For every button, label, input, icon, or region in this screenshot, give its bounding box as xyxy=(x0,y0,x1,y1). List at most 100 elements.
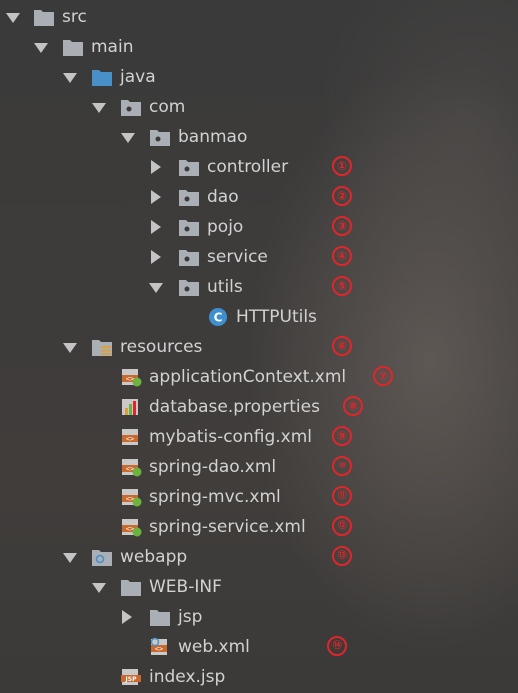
annotation-badge: ⑭ xyxy=(327,636,347,656)
expand-arrow-icon[interactable] xyxy=(63,73,77,83)
web-xml-icon: <> xyxy=(149,637,171,657)
web-folder-icon xyxy=(91,547,113,567)
tree-node-com[interactable]: com xyxy=(0,92,518,122)
tree-node-mybatis-config-xml[interactable]: <> mybatis-config.xml ⑨ xyxy=(0,422,518,452)
tree-node-banmao[interactable]: banmao xyxy=(0,122,518,152)
tree-node-main[interactable]: main xyxy=(0,32,518,62)
tree-node-label: banmao xyxy=(178,127,248,147)
tree-node-service[interactable]: service ④ xyxy=(0,242,518,272)
tree-node-java[interactable]: java xyxy=(0,62,518,92)
tree-node-web-inf[interactable]: WEB-INF xyxy=(0,572,518,602)
tree-node-pojo[interactable]: pojo ③ xyxy=(0,212,518,242)
package-icon xyxy=(120,97,142,117)
annotation-badge: ③ xyxy=(332,216,352,236)
tree-node-controller[interactable]: controller ① xyxy=(0,152,518,182)
annotation-badge: ⑤ xyxy=(332,276,352,296)
tree-node-label: mybatis-config.xml xyxy=(149,427,312,447)
spring-xml-icon: <> xyxy=(120,367,142,387)
tree-node-label: dao xyxy=(207,187,239,207)
expand-arrow-icon[interactable] xyxy=(92,583,106,593)
package-icon xyxy=(178,187,200,207)
tree-node-applicationcontext-xml[interactable]: <> applicationContext.xml ⑦ xyxy=(0,362,518,392)
annotation-badge: ② xyxy=(332,186,352,206)
project-tree: src main java com banmao controller ① da… xyxy=(0,0,518,693)
tree-node-webapp[interactable]: webapp ⑬ xyxy=(0,542,518,572)
annotation-badge: ⑬ xyxy=(332,546,352,566)
tree-node-label: webapp xyxy=(120,547,188,567)
annotation-badge: ⑦ xyxy=(373,366,393,386)
spring-xml-icon: <> xyxy=(120,487,142,507)
package-icon xyxy=(178,247,200,267)
properties-file-icon xyxy=(120,397,142,417)
tree-node-label: jsp xyxy=(178,607,203,627)
tree-node-label: HTTPUtils xyxy=(236,307,317,327)
package-icon xyxy=(149,127,171,147)
annotation-badge: ① xyxy=(332,156,352,176)
collapse-arrow-icon[interactable] xyxy=(122,610,132,624)
tree-node-label: spring-mvc.xml xyxy=(149,487,281,507)
tree-node-label: src xyxy=(62,7,87,27)
package-icon xyxy=(178,277,200,297)
collapse-arrow-icon[interactable] xyxy=(151,220,161,234)
expand-arrow-icon[interactable] xyxy=(63,343,77,353)
tree-node-jsp[interactable]: jsp xyxy=(0,602,518,632)
svg-text:<>: <> xyxy=(155,645,163,653)
java-class-icon: C xyxy=(207,307,229,327)
annotation-badge: ⑩ xyxy=(332,456,352,476)
svg-text:C: C xyxy=(214,311,223,325)
tree-node-spring-service-xml[interactable]: <> spring-service.xml ⑫ xyxy=(0,512,518,542)
tree-node-spring-mvc-xml[interactable]: <> spring-mvc.xml ⑪ xyxy=(0,482,518,512)
folder-icon xyxy=(62,37,84,57)
tree-node-dao[interactable]: dao ② xyxy=(0,182,518,212)
annotation-badge: ④ xyxy=(332,246,352,266)
tree-node-index-jsp[interactable]: JSP index.jsp xyxy=(0,662,518,692)
xml-file-icon: <> xyxy=(120,427,142,447)
source-folder-icon xyxy=(91,67,113,87)
tree-node-label: spring-dao.xml xyxy=(149,457,277,477)
folder-icon xyxy=(33,7,55,27)
tree-node-spring-dao-xml[interactable]: <> spring-dao.xml ⑩ xyxy=(0,452,518,482)
annotation-badge: ⑫ xyxy=(332,516,352,536)
expand-arrow-icon[interactable] xyxy=(34,43,48,53)
tree-node-src[interactable]: src xyxy=(0,2,518,32)
tree-node-httputils[interactable]: C HTTPUtils xyxy=(0,302,518,332)
tree-node-label: database.properties xyxy=(149,397,320,417)
tree-node-label: main xyxy=(91,37,134,57)
tree-node-utils[interactable]: utils ⑤ xyxy=(0,272,518,302)
expand-arrow-icon[interactable] xyxy=(92,103,106,113)
collapse-arrow-icon[interactable] xyxy=(151,190,161,204)
tree-node-label: web.xml xyxy=(178,637,250,657)
tree-node-label: java xyxy=(120,67,156,87)
folder-icon xyxy=(149,607,171,627)
tree-node-label: spring-service.xml xyxy=(149,517,306,537)
collapse-arrow-icon[interactable] xyxy=(151,250,161,264)
expand-arrow-icon[interactable] xyxy=(63,553,77,563)
annotation-badge: ⑥ xyxy=(332,336,352,356)
expand-arrow-icon[interactable] xyxy=(149,283,163,293)
svg-text:<>: <> xyxy=(126,435,134,443)
folder-icon xyxy=(120,577,142,597)
annotation-badge: ⑪ xyxy=(332,486,352,506)
tree-node-label: utils xyxy=(207,277,243,297)
package-icon xyxy=(178,157,200,177)
tree-node-label: index.jsp xyxy=(149,667,226,687)
expand-arrow-icon[interactable] xyxy=(121,133,135,143)
spring-xml-icon: <> xyxy=(120,517,142,537)
spring-xml-icon: <> xyxy=(120,457,142,477)
tree-node-label: com xyxy=(149,97,186,117)
tree-node-database-properties[interactable]: database.properties ⑧ xyxy=(0,392,518,422)
package-icon xyxy=(178,217,200,237)
tree-node-label: controller xyxy=(207,157,289,177)
annotation-badge: ⑧ xyxy=(343,396,363,416)
collapse-arrow-icon[interactable] xyxy=(151,160,161,174)
jsp-file-icon: JSP xyxy=(120,667,142,687)
tree-node-label: resources xyxy=(120,337,203,357)
tree-node-label: WEB-INF xyxy=(149,577,222,597)
resources-folder-icon xyxy=(91,337,113,357)
expand-arrow-icon[interactable] xyxy=(6,13,20,23)
tree-node-web-xml[interactable]: <> web.xml ⑭ xyxy=(0,632,518,662)
tree-node-resources[interactable]: resources ⑥ xyxy=(0,332,518,362)
annotation-badge: ⑨ xyxy=(332,426,352,446)
tree-node-label: pojo xyxy=(207,217,244,237)
svg-text:JSP: JSP xyxy=(125,676,138,683)
